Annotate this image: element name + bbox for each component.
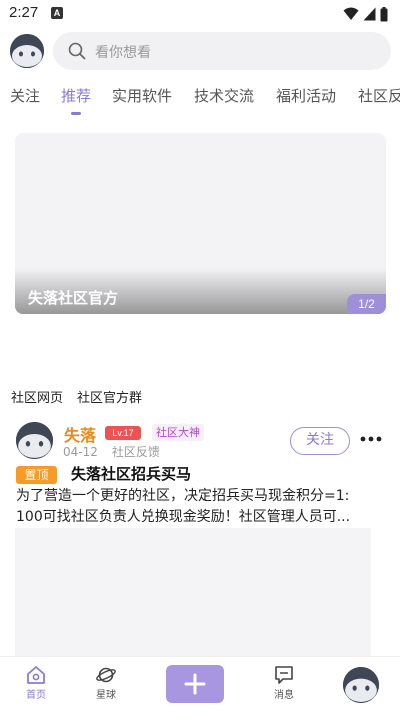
nav-messages-label: 消息: [274, 690, 294, 701]
category-tabs: 关注 推荐 实用软件 技术交流 福利活动 社区反: [0, 82, 400, 116]
tab-tech-exchange[interactable]: 技术交流: [194, 85, 254, 106]
follow-button[interactable]: 关注: [290, 427, 350, 455]
banner-title: 失落社区官方: [28, 289, 119, 307]
tab-useful-software[interactable]: 实用软件: [112, 85, 172, 106]
pinned-badge: 置顶: [16, 466, 57, 484]
post-date: 04-12: [63, 445, 98, 459]
avatar-image: [16, 422, 53, 459]
battery-icon: [380, 6, 388, 21]
post-body-line: 为了营造一个更好的社区，决定招兵买马现金积分=1:: [16, 488, 350, 504]
nav-home[interactable]: 首页: [16, 665, 56, 701]
post-body-line: 100可找社区负责人兑换现金奖励！社区管理人员可...: [16, 509, 351, 525]
plus-icon: [184, 673, 206, 695]
status-icons: [343, 6, 388, 22]
banner-carousel[interactable]: 失落社区官方 1/2: [15, 133, 386, 314]
post-author-avatar[interactable]: [16, 422, 53, 459]
notification-icon: A: [51, 7, 63, 19]
active-tab-indicator: [71, 112, 81, 115]
tab-recommended[interactable]: 推荐: [61, 85, 91, 106]
level-badge: Lv.17: [105, 426, 141, 440]
signal-icon: [363, 7, 376, 21]
avatar-image: [343, 667, 379, 703]
quick-links: 社区网页 社区官方群: [11, 387, 156, 406]
search-placeholder: 看你想看: [95, 45, 151, 61]
nav-planet[interactable]: 星球: [86, 665, 126, 701]
home-icon: [27, 666, 45, 684]
bottom-navigation: 首页 星球 消息: [0, 656, 400, 711]
avatar-image: [10, 34, 44, 68]
tab-welfare-activities[interactable]: 福利活动: [276, 85, 336, 106]
search-icon: [68, 42, 86, 60]
link-community-website[interactable]: 社区网页: [11, 391, 63, 406]
planet-icon: [96, 667, 116, 683]
nav-profile-avatar[interactable]: [343, 667, 379, 703]
message-icon: [275, 666, 293, 684]
nav-planet-label: 星球: [96, 690, 116, 701]
user-avatar[interactable]: [10, 34, 44, 68]
create-post-button[interactable]: [166, 665, 224, 703]
wifi-icon: [343, 7, 359, 20]
link-official-group[interactable]: 社区官方群: [77, 391, 142, 406]
nav-home-label: 首页: [26, 690, 46, 701]
status-bar: 2:27 A: [0, 0, 400, 28]
post-title[interactable]: 失落社区招兵买马: [71, 463, 191, 484]
post-category[interactable]: 社区反馈: [112, 445, 160, 459]
more-options-icon[interactable]: [360, 436, 382, 442]
search-bar[interactable]: 看你想看: [53, 32, 391, 70]
post-meta: 04-12 社区反馈: [63, 443, 174, 460]
tab-community-feedback[interactable]: 社区反: [358, 85, 400, 106]
status-time: 2:27: [9, 4, 39, 21]
nav-messages[interactable]: 消息: [264, 665, 304, 701]
banner-page-indicator: 1/2: [347, 294, 386, 314]
post-image[interactable]: [15, 528, 371, 658]
tab-following[interactable]: 关注: [10, 85, 40, 106]
post-body[interactable]: 为了营造一个更好的社区，决定招兵买马现金积分=1: 100可找社区负责人兑换现金…: [16, 486, 388, 528]
user-title-badge: 社区大神: [152, 424, 204, 441]
